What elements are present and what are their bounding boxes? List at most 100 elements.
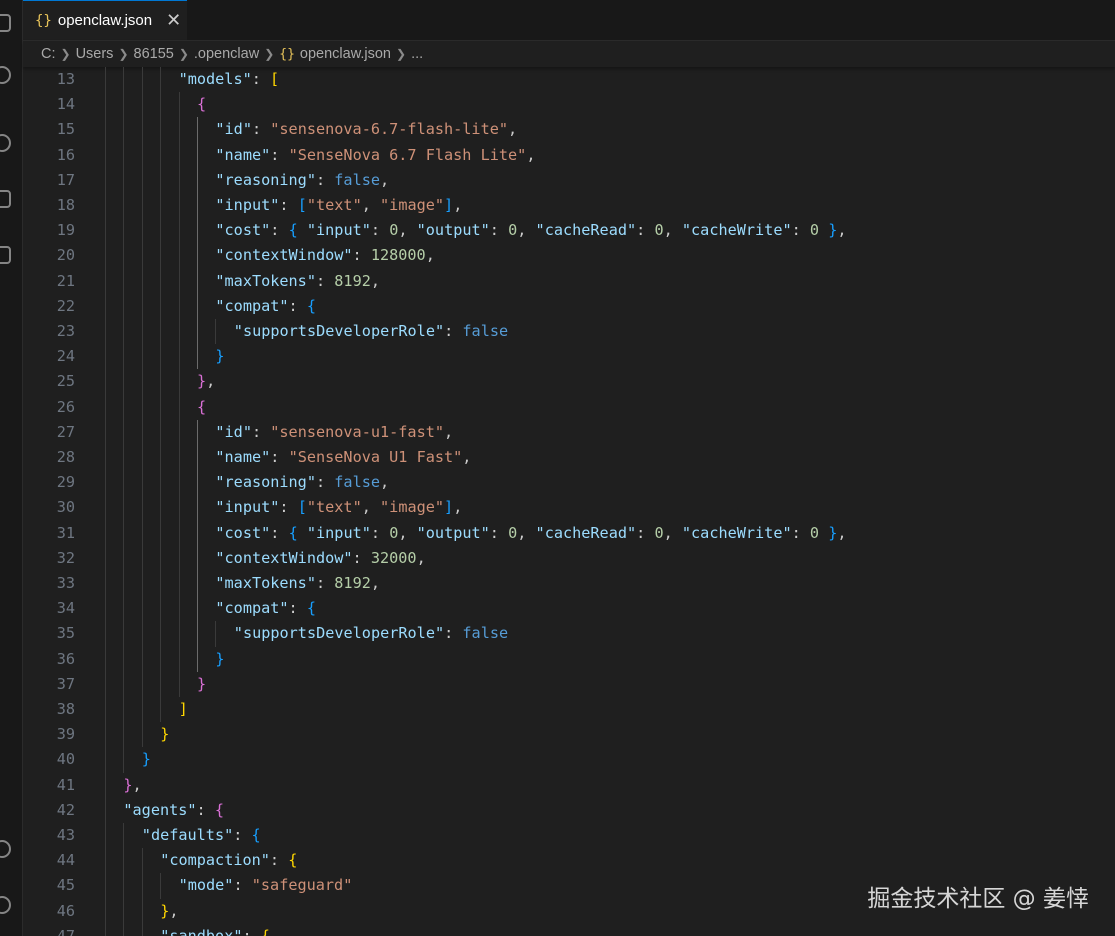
indent-guide (141, 697, 143, 723)
indent-guide (123, 193, 125, 219)
indent-guide (123, 167, 125, 193)
code-text: } (142, 747, 151, 772)
indent-guide (160, 596, 162, 622)
code-line[interactable]: 21 "maxTokens": 8192, (23, 268, 1115, 294)
code-token: : (270, 448, 289, 466)
indent-guide (105, 722, 106, 748)
breadcrumb-item-drive[interactable]: C: (41, 46, 56, 62)
code-token: false (334, 170, 380, 189)
code-line[interactable]: 26 { (23, 394, 1115, 420)
code-line[interactable]: 13 "models": [ (23, 67, 1115, 93)
run-debug-icon[interactable] (0, 190, 11, 208)
indent-guide (178, 596, 180, 622)
indent-guide (105, 495, 106, 521)
code-token: "cacheRead" (535, 221, 637, 240)
explorer-icon[interactable] (0, 14, 11, 32)
code-line[interactable]: 43 "defaults": { (23, 823, 1115, 849)
code-token: [ (297, 498, 307, 517)
code-token: { (306, 599, 316, 618)
code-line[interactable]: 42 "agents": { (23, 797, 1115, 823)
activity-bar (0, 0, 23, 936)
code-token: "sandbox" (160, 926, 243, 936)
code-line[interactable]: 37} (23, 671, 1115, 697)
code-text: } (160, 722, 169, 747)
code-line[interactable]: 33 "maxTokens": 8192, (23, 571, 1115, 597)
code-line[interactable]: 30 "input": ["text", "image"], (23, 495, 1115, 521)
line-number: 29 (56, 473, 75, 492)
source-control-icon[interactable] (0, 134, 11, 152)
line-number: 21 (56, 271, 75, 290)
code-line[interactable]: 22 "compat": { (23, 293, 1115, 319)
code-text: }, (197, 369, 215, 394)
code-line[interactable]: 38] (23, 697, 1115, 723)
extensions-icon[interactable] (0, 246, 11, 264)
code-line[interactable]: 39} (23, 722, 1115, 748)
breadcrumb-item-file[interactable]: openclaw.json (300, 46, 391, 62)
indent-guide (141, 646, 143, 672)
code-text: } (215, 647, 224, 672)
code-line[interactable]: 28 "name": "SenseNova U1 Fast", (23, 445, 1115, 471)
code-line[interactable]: 25}, (23, 369, 1115, 395)
line-number: 47 (56, 926, 75, 936)
indent-guide (160, 419, 162, 445)
indent-guide (105, 571, 106, 597)
indent-guide (197, 596, 198, 622)
code-line[interactable]: 18 "input": ["text", "image"], (23, 193, 1115, 219)
code-line[interactable]: 16 "name": "SenseNova 6.7 Flash Lite", (23, 142, 1115, 168)
code-token: , (444, 422, 454, 441)
indent-guide (197, 167, 198, 193)
close-icon[interactable]: ✕ (166, 10, 181, 31)
search-icon[interactable] (0, 66, 11, 84)
code-token: "contextWindow" (215, 246, 353, 265)
code-line[interactable]: 20 "contextWindow": 128000, (23, 243, 1115, 269)
breadcrumb-item-users[interactable]: Users (76, 46, 114, 62)
code-token: "text" (306, 498, 362, 517)
indent-guide (123, 923, 125, 936)
line-number: 26 (56, 397, 75, 416)
code-token: } (215, 649, 225, 668)
code-line[interactable]: 15 "id": "sensenova-6.7-flash-lite", (23, 117, 1115, 143)
indent-guide (141, 848, 143, 874)
indent-guide (160, 470, 162, 496)
code-token: "contextWindow" (215, 548, 353, 567)
code-line[interactable]: 23 "supportsDeveloperRole": false (23, 319, 1115, 345)
code-token: , (370, 271, 381, 290)
breadcrumb-item-user[interactable]: 86155 (134, 46, 174, 62)
tab-openclaw-json[interactable]: {} openclaw.json ✕ (23, 0, 187, 40)
code-line[interactable]: 29 "reasoning": false, (23, 470, 1115, 496)
code-token: { (260, 926, 270, 936)
indent-guide (178, 445, 180, 471)
code-text: "input": ["text", "image"], (215, 495, 462, 520)
indent-guide (141, 293, 143, 319)
code-line[interactable]: 36} (23, 646, 1115, 672)
code-line[interactable]: 19 "cost": { "input": 0, "output": 0, "ca… (23, 218, 1115, 244)
indent-guide (141, 243, 143, 269)
breadcrumb-item-folder[interactable]: .openclaw (194, 46, 259, 62)
code-token: 0 (654, 221, 664, 240)
code-token: "sensenova-6.7-flash-lite" (270, 120, 509, 139)
code-line[interactable]: 40} (23, 747, 1115, 773)
code-line[interactable]: 34 "compat": { (23, 596, 1115, 622)
indent-guide (105, 823, 106, 849)
code-line[interactable]: 24} (23, 344, 1115, 370)
code-line[interactable]: 47 "sandbox": { (23, 923, 1115, 936)
line-number: 16 (56, 145, 75, 164)
code-line[interactable]: 14 { (23, 92, 1115, 118)
account-icon[interactable] (0, 840, 11, 858)
settings-icon[interactable] (0, 896, 11, 914)
code-token: , (380, 473, 390, 492)
breadcrumb-item-symbols[interactable]: ... (411, 46, 423, 62)
code-token: "sensenova-u1-fast" (270, 422, 444, 441)
code-line[interactable]: 32 "contextWindow": 32000, (23, 545, 1115, 571)
code-line[interactable]: 41}, (23, 772, 1115, 798)
code-editor[interactable]: 13 "models": [14{15 "id": "sensenova-6.7-f… (23, 67, 1115, 936)
code-token: , (361, 498, 381, 517)
code-token: 0 (508, 221, 518, 240)
code-line[interactable]: 44 "compaction": { (23, 848, 1115, 874)
code-line[interactable]: 35 "supportsDeveloperRole": false (23, 621, 1115, 647)
code-line[interactable]: 17 "reasoning": false, (23, 167, 1115, 193)
code-line[interactable]: 27 "id": "sensenova-u1-fast", (23, 419, 1115, 445)
indent-guide (105, 697, 106, 723)
code-token: "defaults" (141, 826, 234, 844)
code-line[interactable]: 31 "cost": { "input": 0, "output": 0, "ca… (23, 520, 1115, 546)
